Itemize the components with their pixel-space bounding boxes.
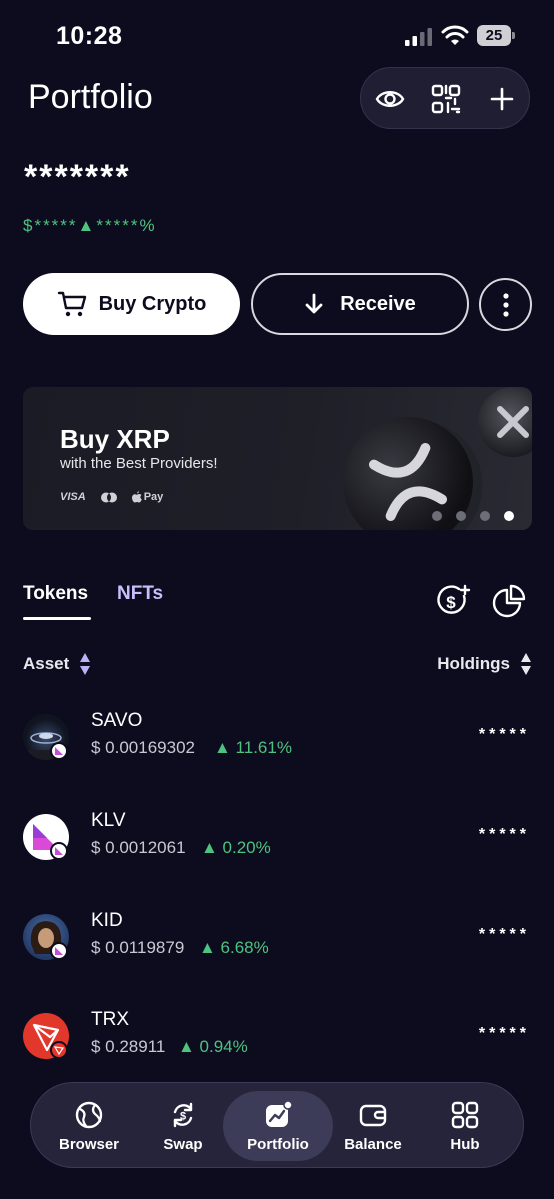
wifi-icon — [441, 25, 469, 45]
token-holding: ***** — [478, 726, 530, 743]
status-time: 10:28 — [56, 22, 123, 50]
buy-crypto-button[interactable]: Buy Crypto — [23, 273, 240, 335]
nav-label: Hub — [450, 1135, 480, 1153]
grid-icon — [451, 1101, 479, 1128]
chart-icon — [266, 1099, 293, 1127]
qr-scan-button[interactable] — [429, 82, 463, 116]
tron-chain-badge-icon — [50, 1041, 68, 1059]
more-actions-button[interactable] — [479, 278, 532, 331]
apple-pay-logo: Pay — [131, 491, 164, 503]
klever-chain-badge-icon — [50, 942, 68, 960]
visa-logo: VISA — [60, 491, 86, 503]
eye-icon — [375, 91, 405, 107]
banner-title: Buy XRP — [60, 424, 170, 454]
page-title: Portfolio — [28, 78, 153, 116]
svg-text:$: $ — [446, 593, 456, 612]
battery-level: 25 — [485, 27, 503, 44]
token-holding: ***** — [478, 826, 530, 843]
token-change: ▲ 11.61% — [214, 738, 292, 757]
cart-icon — [57, 291, 86, 317]
token-holding: ***** — [478, 926, 530, 943]
sort-by-asset[interactable]: Asset — [23, 652, 91, 676]
token-price: $ 0.0119879 — [91, 938, 185, 957]
token-symbol: SAVO — [91, 710, 143, 731]
add-button[interactable] — [485, 82, 519, 116]
token-change: ▲ 0.94% — [178, 1037, 248, 1056]
apple-icon — [131, 491, 142, 503]
add-token-icon[interactable]: $ — [437, 584, 471, 618]
apple-pay-label: Pay — [143, 491, 164, 503]
nav-portfolio[interactable]: Portfolio — [223, 1091, 333, 1161]
token-price: $ 0.0012061 — [91, 838, 186, 857]
carousel-dot-active[interactable] — [504, 511, 514, 521]
xrp-coin-small-image — [478, 387, 532, 457]
nav-label: Portfolio — [247, 1135, 309, 1153]
plus-icon — [490, 87, 514, 111]
nav-balance[interactable]: Balance — [331, 1091, 415, 1161]
nav-swap[interactable]: $ Swap — [141, 1091, 225, 1161]
qr-code-icon — [431, 84, 461, 114]
svg-text:$: $ — [180, 1110, 186, 1122]
sort-icon — [521, 653, 531, 675]
token-price: $ 0.28911 — [91, 1037, 166, 1056]
carousel-dot[interactable] — [480, 511, 490, 521]
arrow-down-icon — [305, 293, 323, 314]
token-symbol: KID — [91, 910, 123, 931]
klever-chain-badge-icon — [50, 842, 68, 860]
signal-icon — [405, 28, 432, 46]
buy-crypto-label: Buy Crypto — [98, 292, 207, 315]
receive-label: Receive — [340, 292, 416, 315]
nav-label: Browser — [58, 1135, 120, 1153]
tab-tokens[interactable]: Tokens — [23, 583, 88, 605]
token-row-trx[interactable]: TRX $ 0.28911 ▲ 0.94% ***** — [0, 1009, 554, 1093]
token-row-savo[interactable]: SAVO $ 0.00169302 ▲ 11.61% ***** — [0, 710, 554, 794]
token-price: $ 0.00169302 — [91, 738, 195, 757]
bottom-nav: Browser $ Swap Portfolio Balance Hub — [30, 1082, 524, 1168]
battery-icon: 25 — [477, 25, 515, 47]
receive-button[interactable]: Receive — [251, 273, 469, 335]
token-change: ▲ 6.68% — [199, 938, 269, 957]
hide-balance-button[interactable] — [373, 82, 407, 116]
token-change: ▲ 0.20% — [201, 838, 271, 857]
payment-methods: VISA Pay — [60, 491, 163, 503]
promo-banner[interactable]: Buy XRP with the Best Providers! VISA Pa… — [23, 387, 532, 530]
status-bar: 10:28 25 — [0, 0, 554, 70]
mastercard-icon — [100, 492, 117, 502]
nav-hub[interactable]: Hub — [423, 1091, 507, 1161]
token-symbol: KLV — [91, 810, 126, 831]
balance-change: $*****▲*****% — [23, 216, 157, 235]
nav-browser[interactable]: Browser — [43, 1091, 135, 1161]
more-vertical-icon — [502, 292, 509, 317]
token-row-klv[interactable]: KLV $ 0.0012061 ▲ 0.20% ***** — [0, 810, 554, 894]
sort-by-holdings[interactable]: Holdings — [437, 652, 532, 676]
klever-chain-badge-icon — [50, 742, 68, 760]
wallet-icon — [359, 1104, 387, 1126]
token-symbol: TRX — [91, 1009, 129, 1030]
token-row-kid[interactable]: KID $ 0.0119879 ▲ 6.68% ***** — [0, 910, 554, 994]
tab-active-indicator — [23, 617, 91, 620]
tab-nfts[interactable]: NFTs — [117, 583, 163, 605]
header-actions — [360, 67, 530, 129]
sort-icon — [80, 653, 91, 675]
total-balance[interactable]: ******* — [24, 158, 131, 197]
pie-chart-icon[interactable] — [492, 584, 526, 618]
carousel-dot[interactable] — [456, 511, 466, 521]
carousel-dots[interactable] — [432, 511, 514, 521]
nav-label: Balance — [344, 1135, 402, 1153]
nav-label: Swap — [163, 1135, 203, 1153]
holdings-column-label: Holdings — [437, 654, 510, 673]
asset-column-label: Asset — [23, 654, 70, 673]
token-holding: ***** — [478, 1025, 530, 1042]
carousel-dot[interactable] — [432, 511, 442, 521]
banner-subtitle: with the Best Providers! — [60, 455, 218, 472]
swap-icon: $ — [173, 1102, 193, 1127]
globe-icon — [75, 1101, 103, 1128]
